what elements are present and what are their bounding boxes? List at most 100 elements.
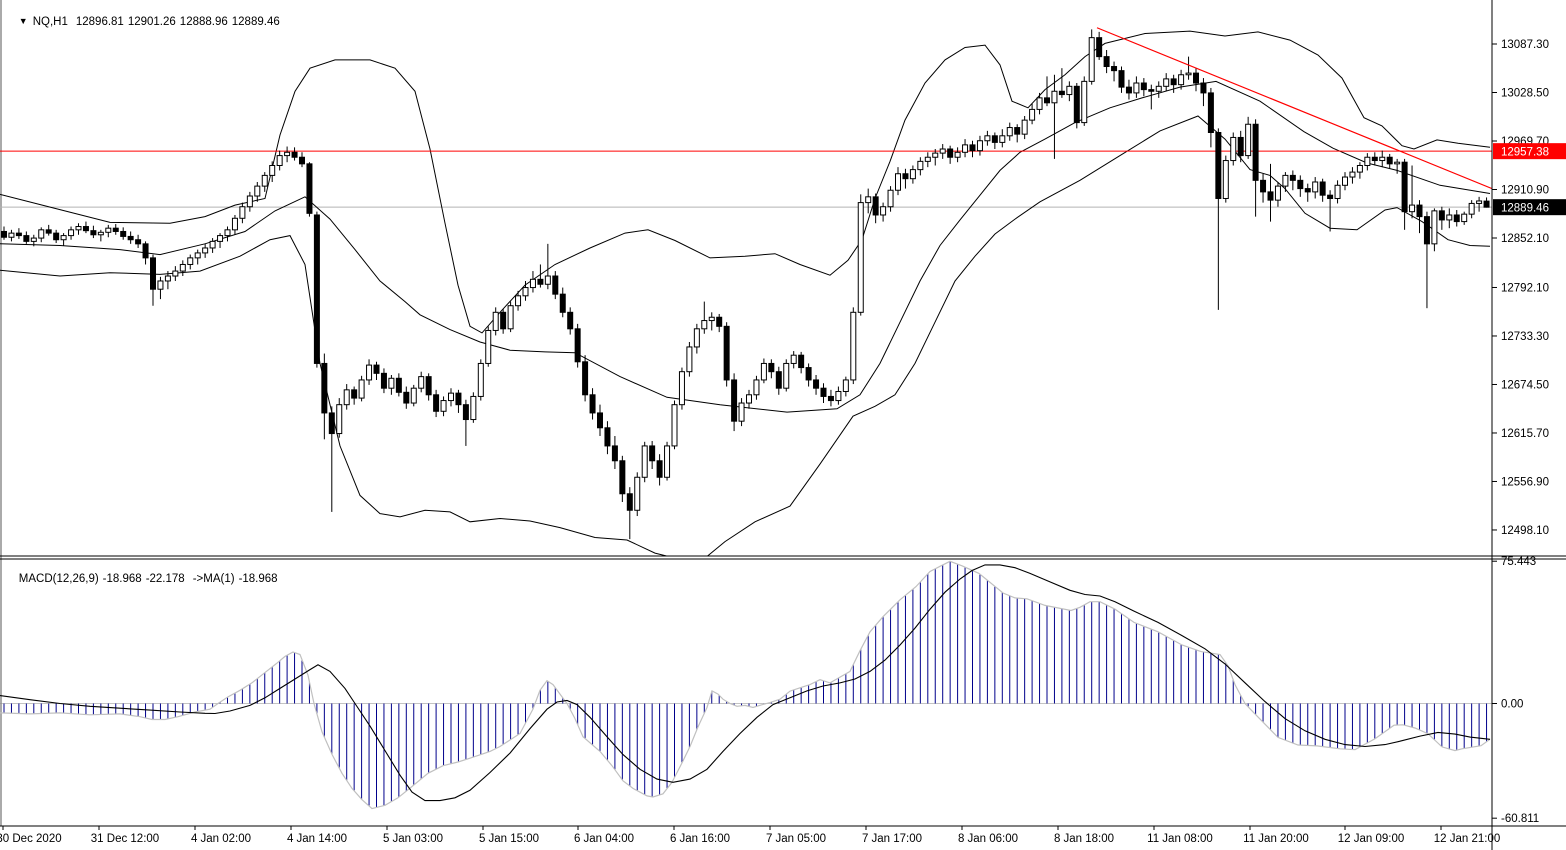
candle-body-up (709, 317, 714, 320)
candle-body-down (151, 258, 156, 289)
price-chart-canvas[interactable]: 13087.3013028.5012969.7012910.9012852.10… (0, 0, 1566, 850)
candle-body-down (992, 136, 997, 143)
candle-body-up (985, 136, 990, 141)
macd-signal-value: -22.178 (146, 573, 185, 585)
candle-body-down (143, 244, 148, 258)
candle-body-down (769, 363, 774, 371)
candle-body-up (1156, 86, 1161, 91)
candle-body-down (657, 461, 662, 477)
candle-body-down (970, 145, 975, 151)
candle-body-up (933, 153, 938, 157)
candle-body-down (1261, 180, 1266, 192)
candle-body-down (1305, 189, 1310, 192)
candle-body-down (799, 355, 804, 367)
macd-axis-label: 75.443 (1501, 556, 1536, 568)
time-axis-label: 12 Jan 09:00 (1338, 833, 1405, 845)
collapse-triangle-icon[interactable]: ▼ (19, 16, 28, 26)
candle-body-up (158, 281, 163, 289)
candle-body-down (292, 152, 297, 157)
candle-body-down (1171, 79, 1176, 85)
candle-body-up (910, 170, 915, 179)
candle-body-down (1059, 91, 1064, 94)
candle-body-up (694, 329, 699, 347)
time-axis-label: 4 Jan 14:00 (287, 833, 347, 845)
candle-body-down (903, 174, 908, 179)
candle-body-up (441, 401, 446, 412)
candle-body-up (1469, 203, 1474, 214)
candle-body-up (791, 355, 796, 363)
time-axis-label: 11 Jan 08:00 (1147, 833, 1213, 845)
candle-body-down (828, 396, 833, 400)
price-axis-label: 13087.30 (1501, 39, 1549, 51)
candle-body-down (91, 231, 96, 235)
candle-body-up (1052, 91, 1057, 103)
candle-body-up (866, 197, 871, 203)
price-axis-label: 12556.90 (1501, 476, 1549, 488)
candle-body-up (1022, 120, 1027, 134)
candle-body-up (277, 156, 282, 166)
candle-body-down (1074, 86, 1079, 122)
time-axis-label: 11 Jan 20:00 (1243, 833, 1309, 845)
candle-body-up (195, 253, 200, 258)
low-value: 12888.96 (180, 16, 228, 28)
candle-body-up (449, 393, 454, 400)
candle-body-up (69, 230, 74, 236)
candle-body-up (836, 391, 841, 400)
price-axis-label: 13028.50 (1501, 87, 1549, 99)
candle-body-up (940, 149, 945, 153)
macd-ma-value: -18.968 (239, 573, 278, 585)
candle-body-down (1328, 195, 1333, 198)
candle-body-up (635, 477, 640, 510)
chart-background (0, 0, 1566, 850)
candle-body-up (1231, 137, 1236, 160)
candle-body-down (381, 373, 386, 388)
candle-body-up (687, 347, 692, 372)
candle-body-up (98, 232, 103, 234)
candle-body-up (739, 403, 744, 421)
time-axis-label: 5 Jan 15:00 (479, 833, 539, 845)
candle-body-up (1007, 128, 1012, 136)
candle-body-down (732, 380, 737, 421)
candle-body-down (1372, 157, 1377, 160)
candle-body-up (918, 161, 923, 169)
candle-body-up (225, 230, 230, 236)
candle-body-up (888, 190, 893, 206)
candle-body-up (761, 363, 766, 379)
open-value: 12896.81 (76, 16, 124, 28)
candle-body-down (538, 279, 543, 284)
candle-body-up (1410, 205, 1415, 212)
candle-body-up (31, 238, 36, 241)
price-axis-label: 12674.50 (1501, 379, 1549, 391)
time-axis-label: 4 Jan 02:00 (191, 833, 251, 845)
candle-body-down (1208, 93, 1213, 133)
candle-body-up (232, 218, 237, 230)
candle-body-up (1432, 211, 1437, 244)
candle-body-down (590, 395, 595, 413)
macd-ma-label: ->MA(1) (193, 573, 235, 585)
price-axis-label: 12615.70 (1501, 428, 1549, 440)
candle-body-down (1320, 182, 1325, 195)
candle-body-up (389, 378, 394, 388)
candle-body-down (463, 405, 468, 420)
time-axis-label: 6 Jan 04:00 (574, 833, 634, 845)
candle-body-down (46, 230, 51, 233)
time-axis-label: 6 Jan 16:00 (670, 833, 730, 845)
candle-body-up (1313, 182, 1318, 192)
candle-body-down (1216, 133, 1221, 199)
candle-body-up (516, 296, 521, 306)
candle-body-up (188, 258, 193, 265)
candle-body-down (1290, 175, 1295, 180)
candle-body-up (1395, 162, 1400, 164)
candle-body-up (240, 207, 245, 219)
candle-body-up (367, 365, 372, 380)
candle-body-down (605, 428, 610, 446)
candle-body-up (896, 174, 901, 190)
candle-body-down (307, 164, 312, 213)
candle-body-down (650, 446, 655, 461)
candle-body-up (1089, 38, 1094, 82)
macd-name-label: MACD(12,26,9) (19, 573, 99, 585)
candle-body-up (478, 363, 483, 396)
candle-body-up (344, 390, 349, 405)
candle-body-down (1194, 73, 1199, 83)
candle-body-up (1179, 75, 1184, 85)
